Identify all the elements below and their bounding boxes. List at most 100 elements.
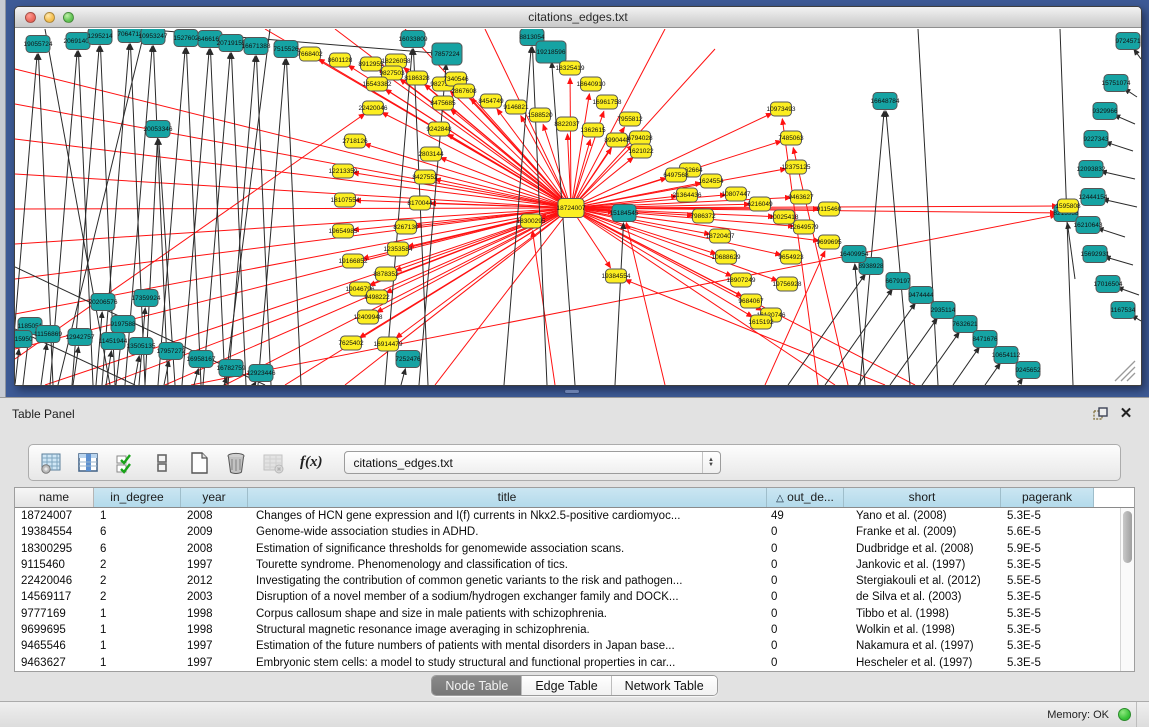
node-label: 3915950 [15,336,33,343]
column-header-out_de[interactable]: △ out_de... [767,488,844,507]
citation-edge-black[interactable] [15,349,19,385]
table-row[interactable]: 1938455462009Genome-wide association stu… [15,524,1134,540]
citation-edge-red[interactable] [45,208,571,385]
node-label: 10973493 [767,106,796,113]
table-row[interactable]: 946554611997Estimation of the future num… [15,638,1134,654]
citation-edge-black[interactable] [615,223,623,385]
citation-edge-black[interactable] [1134,49,1141,59]
node-label: 1615192 [748,319,774,326]
table-row[interactable]: 1872400712008Changes of HCN gene express… [15,508,1134,524]
scrollbar-thumb[interactable] [1123,511,1132,563]
cell-year: 2009 [181,524,248,540]
citation-edge-black[interactable] [286,59,301,385]
table-selector-dropdown[interactable]: citations_edges.txt ▲▼ [344,451,721,474]
network-canvas[interactable]: 1905572420691406129521470647121095324715… [15,29,1141,385]
citation-edge-black[interactable] [922,332,959,385]
cell-pagerank: 5.3E-5 [1001,655,1094,671]
cell-short: Wolkin et al. (1998) [844,622,1001,638]
close-panel-icon[interactable]: ✕ [1117,405,1135,423]
node-label: 8601128 [328,57,353,64]
new-document-icon[interactable] [187,451,211,475]
column-header-title[interactable]: title [248,488,767,507]
citation-edge-black[interactable] [1105,257,1133,265]
network-window-titlebar[interactable]: citations_edges.txt [15,7,1141,28]
node-label: 16914479 [374,341,403,348]
tab-node-table[interactable]: Node Table [432,676,521,695]
citation-edge-black[interactable] [134,356,139,385]
table-row[interactable]: 911546021997Tourette syndrome. Phenomeno… [15,557,1134,573]
cell-year: 1997 [181,638,248,654]
table-row[interactable]: 1830029562008Estimation of significance … [15,541,1134,557]
citation-edge-black[interactable] [125,46,152,385]
node-label: 15692931 [1081,251,1110,258]
citation-edge-black[interactable] [1101,171,1135,179]
table-row[interactable]: 2242004622012Investigating the contribut… [15,573,1134,589]
citation-edge-red[interactable] [382,113,571,208]
citation-edge-red[interactable] [793,148,848,385]
citation-edge-black[interactable] [1098,228,1125,237]
citation-network-graph[interactable]: 1905572420691406129521470647121095324715… [15,29,1141,385]
close-window-icon[interactable] [25,12,36,23]
cell-short: Yano et al. (2008) [844,508,1001,524]
window-resize-grip[interactable] [1109,359,1139,383]
column-header-name[interactable]: name [15,488,94,507]
citation-edge-black[interactable] [228,56,255,385]
table-settings-icon[interactable] [39,451,63,475]
table-column-icon[interactable] [76,451,100,475]
cell-short: Dudbridge et al. (2008) [844,541,1001,557]
citation-edge-red[interactable] [571,208,835,385]
citation-edge-red[interactable] [440,158,571,208]
citation-edge-black[interactable] [1103,199,1137,207]
citation-edge-black[interactable] [385,49,412,385]
table-scrollbar[interactable] [1120,508,1134,671]
citation-edge-black[interactable] [231,53,246,385]
citation-edge-black[interactable] [1117,287,1139,295]
cell-out_de: 0 [767,638,844,654]
dropdown-stepper-icon[interactable]: ▲▼ [702,452,720,473]
citation-edge-black[interactable] [41,344,47,385]
pane-divider-handle[interactable] [564,389,580,394]
function-builder-icon[interactable]: f(x) [298,454,325,471]
citation-edge-black[interactable] [254,382,256,385]
column-header-in_degree[interactable]: in_degree [94,488,181,507]
citation-edge-black[interactable] [552,62,575,385]
cell-name: 9699695 [15,622,94,638]
checklist-icon[interactable] [113,451,137,475]
citation-edge-black[interactable] [153,46,168,385]
citation-edge-black[interactable] [890,318,937,385]
citation-edge-black[interactable] [1106,142,1133,151]
tab-network-table[interactable]: Network Table [611,676,717,695]
citation-edge-red[interactable] [15,208,571,349]
citation-edge-red[interactable] [15,104,571,208]
citation-edge-black[interactable] [210,49,225,385]
node-label: 22420046 [359,105,388,112]
column-header-short[interactable]: short [844,488,1001,507]
trash-icon[interactable] [224,451,248,475]
minimize-window-icon[interactable] [44,12,55,23]
column-header-year[interactable]: year [181,488,248,507]
citation-edge-black[interactable] [985,363,1000,385]
citation-edge-black[interactable] [953,347,979,385]
float-panel-icon[interactable] [1091,405,1109,423]
table-row[interactable]: 977716911998Corpus callosum shape and si… [15,606,1134,622]
node-label: 6679197 [885,278,911,285]
node-label: 9242848 [426,126,452,133]
tab-edge-table[interactable]: Edge Table [521,676,610,695]
node-label: 9146821 [503,104,529,111]
citation-edge-black[interactable] [258,59,285,385]
citation-edge-black[interactable] [401,369,405,385]
citation-edge-black[interactable] [1018,378,1022,385]
column-header-pagerank[interactable]: pagerank [1001,488,1094,507]
citation-edge-black[interactable] [256,56,271,385]
zoom-window-icon[interactable] [63,12,74,23]
citation-edge-red[interactable] [365,144,571,208]
cell-name: 9463627 [15,655,94,671]
cell-short: Stergiakouli et al. (2012) [844,573,1001,589]
memory-ok-indicator-icon[interactable] [1118,708,1131,721]
rows-icon[interactable] [150,451,174,475]
table-row[interactable]: 946362711997Embryonic stem cells: a mode… [15,655,1134,671]
citation-edge-black[interactable] [203,53,230,385]
table-row[interactable]: 969969511998Structural magnetic resonanc… [15,622,1134,638]
node-label: 12353584 [384,246,413,253]
table-row[interactable]: 1456911722003Disruption of a novel membe… [15,589,1134,605]
